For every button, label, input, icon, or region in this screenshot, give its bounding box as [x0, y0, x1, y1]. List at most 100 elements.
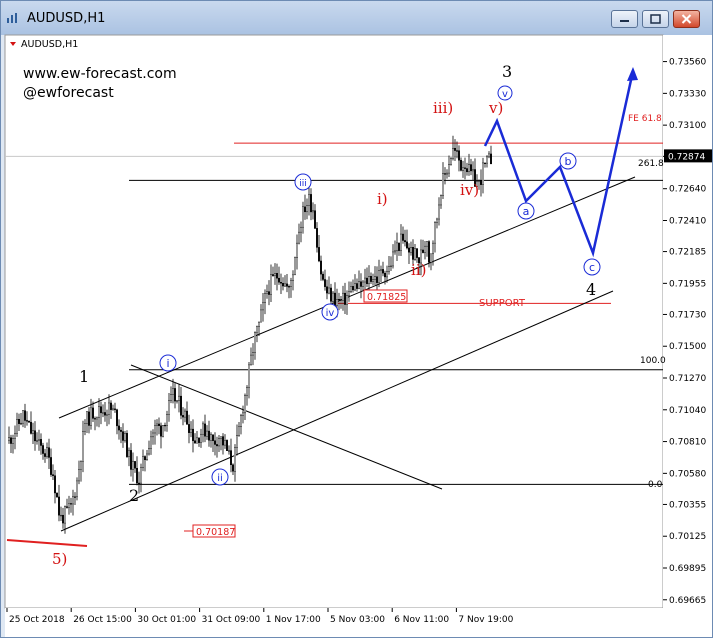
candle-body: [36, 440, 39, 442]
candle-body: [356, 283, 359, 289]
candle-body: [408, 247, 411, 253]
y-tick-label: 0.70580: [669, 469, 706, 479]
current-price-label: 0.72874: [668, 152, 705, 162]
candle-body: [392, 251, 395, 267]
candle-body: [278, 277, 281, 283]
candle-body: [270, 274, 273, 295]
candle-body: [280, 282, 283, 284]
candle-body: [18, 419, 21, 424]
candle-body: [336, 299, 339, 306]
wave-circle-iii-label: iii: [299, 179, 307, 189]
candle-body: [318, 247, 321, 262]
candle-body: [484, 162, 487, 164]
candle-body: [169, 394, 172, 401]
candle-body: [11, 438, 14, 444]
wave-circle-i-label: i: [166, 357, 169, 370]
candle-body: [282, 282, 285, 287]
candle-body: [370, 276, 373, 282]
candle-body: [131, 461, 134, 470]
candle-body: [93, 418, 96, 420]
candle-body: [141, 456, 144, 468]
candle-body: [165, 414, 168, 426]
candle-body: [260, 309, 263, 323]
candle-body: [233, 447, 236, 472]
candle-body: [151, 432, 154, 438]
wave-circle-a: a: [517, 202, 535, 220]
candle-body: [394, 250, 397, 253]
wave-circle-iii: iii: [294, 173, 312, 191]
watermark-site: www.ew-forecast.com: [23, 66, 177, 82]
candle-body: [324, 279, 327, 287]
candle-body: [342, 292, 345, 301]
candle-body: [191, 428, 194, 441]
candle-body: [354, 283, 357, 291]
wave-circle-a-label: a: [523, 205, 530, 218]
candle-body: [56, 492, 59, 498]
candle-body: [60, 514, 63, 517]
candle-body: [490, 153, 493, 165]
candle-body: [123, 433, 126, 441]
candle-body: [247, 364, 250, 388]
candle-body: [380, 269, 383, 271]
level-0-label: 0.0: [648, 480, 663, 490]
plot-area: [5, 35, 663, 608]
candle-body: [28, 420, 31, 423]
wave-circle-ii-label: ii: [217, 473, 223, 484]
candle-body: [193, 440, 196, 444]
candle-body: [189, 428, 192, 433]
y-tick-label: 0.72640: [669, 185, 706, 195]
candle-body: [135, 468, 138, 484]
y-tick-label: 0.73560: [669, 58, 706, 68]
candle-body: [231, 464, 234, 472]
candle-body: [344, 292, 347, 305]
candle-body: [217, 438, 220, 447]
candle-body: [103, 412, 106, 416]
support-label: SUPPORT: [479, 298, 526, 309]
candle-body: [197, 437, 200, 443]
candle-body: [326, 286, 329, 294]
wave-red-i: i): [377, 190, 388, 208]
candle-body: [352, 286, 355, 291]
candle-body: [390, 265, 393, 267]
candle-body: [338, 299, 341, 301]
candle-body: [458, 150, 461, 161]
candle-body: [58, 496, 61, 516]
candle-body: [235, 435, 238, 448]
candle-body: [157, 423, 160, 426]
candle-body: [450, 158, 453, 165]
y-tick-label: 0.70125: [669, 532, 706, 542]
candle-body: [32, 430, 35, 434]
candle-body: [115, 409, 118, 427]
candle-body: [482, 162, 485, 185]
candle-body: [416, 248, 419, 258]
candle-body: [97, 406, 100, 418]
wave-circle-c-label: c: [589, 261, 595, 274]
candle-body: [173, 388, 176, 402]
candle-body: [205, 430, 208, 437]
candle-body: [215, 444, 218, 447]
candle-body: [442, 173, 445, 196]
wave-circle-b-label: b: [565, 155, 572, 168]
candle-body: [396, 242, 399, 252]
price-chart[interactable]: 0.73560 0.73330 0.73100 0.72874 0.72640 0.724…: [1, 1, 712, 637]
candle-body: [137, 482, 140, 485]
candle-body: [65, 506, 68, 508]
candle-body: [382, 269, 385, 274]
candle-body: [34, 430, 37, 442]
candle-body: [48, 447, 51, 458]
candle-body: [290, 280, 293, 287]
candle-body: [26, 420, 29, 422]
candle-body: [298, 231, 301, 244]
x-tick-label: 30 Oct 01:00: [137, 615, 196, 625]
candle-body: [398, 242, 401, 251]
candle-body: [440, 195, 443, 206]
candle-body: [127, 450, 130, 457]
candle-body: [85, 411, 88, 424]
candle-body: [444, 173, 447, 175]
candle-body: [428, 241, 431, 263]
candle-body: [328, 287, 331, 294]
candle-body: [24, 410, 27, 421]
y-tick-label: 0.71500: [669, 342, 706, 352]
wave-circle-b: b: [559, 152, 577, 170]
wave-circle-v: v: [497, 85, 513, 101]
